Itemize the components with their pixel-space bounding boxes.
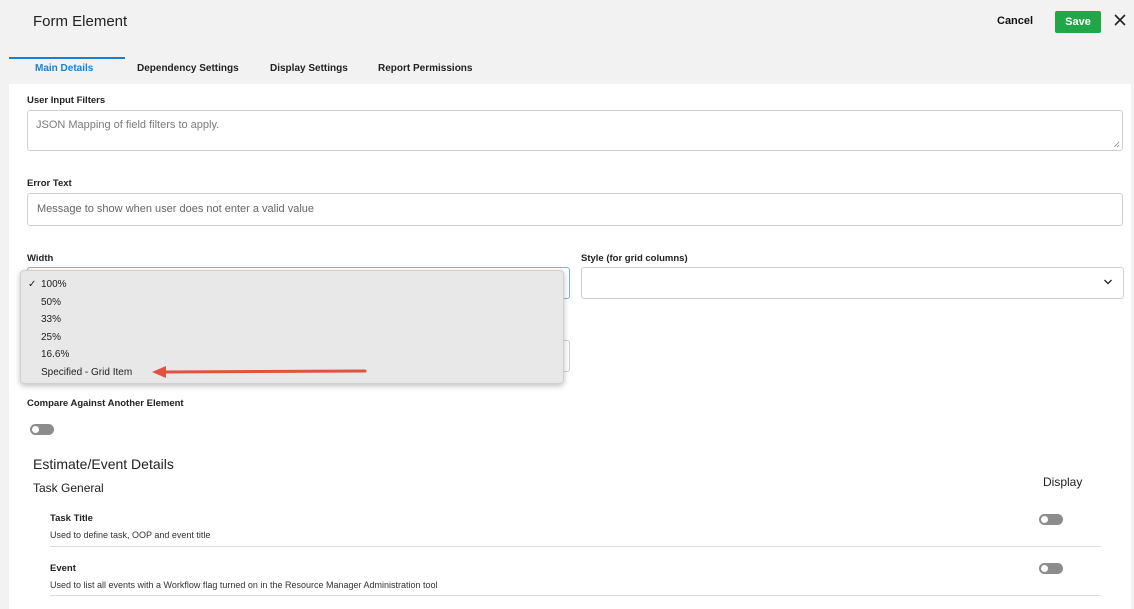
tab-display-settings[interactable]: Display Settings bbox=[270, 63, 348, 74]
task-general-title: Task General bbox=[33, 481, 104, 495]
width-option-16-6[interactable]: 16.6% bbox=[41, 349, 69, 360]
save-button[interactable]: Save bbox=[1055, 11, 1101, 33]
width-option-50[interactable]: 50% bbox=[41, 297, 61, 308]
task-title-row-title: Task Title bbox=[50, 513, 93, 524]
row-divider bbox=[50, 595, 1101, 596]
tab-main-details[interactable]: Main Details bbox=[35, 63, 93, 74]
error-text-label: Error Text bbox=[27, 178, 72, 189]
row-divider bbox=[50, 546, 1101, 547]
estimate-section-title: Estimate/Event Details bbox=[33, 456, 174, 472]
close-icon[interactable] bbox=[1113, 13, 1127, 27]
width-label: Width bbox=[27, 253, 54, 264]
style-select[interactable] bbox=[581, 267, 1124, 299]
resize-handle-icon[interactable] bbox=[1113, 141, 1120, 148]
event-row-title: Event bbox=[50, 563, 76, 574]
user-input-filters-label: User Input Filters bbox=[27, 95, 106, 106]
annotation-arrow-icon bbox=[152, 366, 367, 378]
event-row-desc: Used to list all events with a Workflow … bbox=[50, 580, 438, 590]
compare-label: Compare Against Another Element bbox=[27, 398, 184, 409]
selected-check-icon: ✓ bbox=[28, 279, 37, 290]
event-display-toggle[interactable] bbox=[1039, 563, 1063, 574]
modal-header: Form Element Cancel Save bbox=[0, 0, 1134, 44]
tab-dependency-settings[interactable]: Dependency Settings bbox=[137, 63, 239, 74]
active-tab-indicator bbox=[9, 57, 125, 59]
width-option-specified-grid-item[interactable]: Specified - Grid Item bbox=[41, 367, 132, 378]
width-option-100[interactable]: 100% bbox=[41, 279, 67, 290]
compare-toggle[interactable] bbox=[30, 424, 54, 435]
width-option-25[interactable]: 25% bbox=[41, 332, 61, 343]
task-title-row-desc: Used to define task, OOP and event title bbox=[50, 530, 211, 540]
error-text-input[interactable]: Message to show when user does not enter… bbox=[27, 193, 1123, 226]
page-title: Form Element bbox=[33, 13, 128, 30]
task-title-display-toggle[interactable] bbox=[1039, 514, 1063, 525]
chevron-down-icon bbox=[1103, 279, 1113, 285]
error-text-placeholder: Message to show when user does not enter… bbox=[37, 203, 314, 215]
width-option-33[interactable]: 33% bbox=[41, 314, 61, 325]
style-label: Style (for grid columns) bbox=[581, 253, 688, 264]
cancel-button[interactable]: Cancel bbox=[997, 15, 1033, 27]
display-column-header: Display bbox=[1043, 475, 1083, 489]
user-input-filters-textarea[interactable]: JSON Mapping of field filters to apply. bbox=[27, 110, 1123, 151]
tab-report-permissions[interactable]: Report Permissions bbox=[378, 63, 472, 74]
user-input-filters-placeholder: JSON Mapping of field filters to apply. bbox=[36, 119, 220, 131]
tab-bar: Main Details Dependency Settings Display… bbox=[0, 57, 1134, 85]
